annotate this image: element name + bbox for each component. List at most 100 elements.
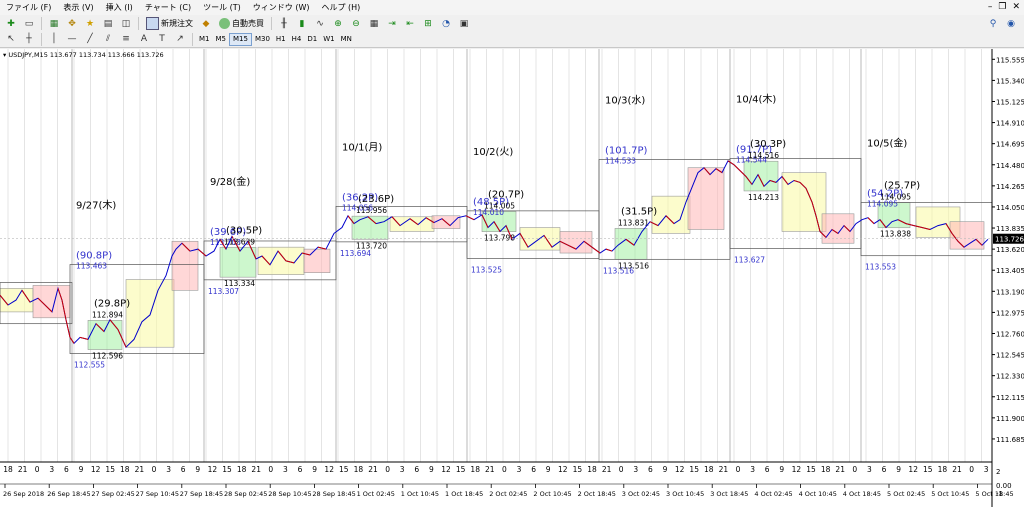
hour-tick-label: 21 (251, 465, 261, 474)
session-high-price: 114.516 (748, 151, 779, 160)
session-low-price: 113.516 (618, 261, 649, 270)
tester-icon[interactable]: ◫ (118, 16, 134, 31)
session-box (687, 167, 725, 230)
trendline-icon[interactable]: ╱ (82, 32, 98, 47)
cursor-icon[interactable]: ↖ (3, 32, 19, 47)
timeframe-m15[interactable]: M15 (229, 32, 252, 46)
day-label: 10/5(金) (867, 137, 907, 150)
menu-help[interactable]: ヘルプ (H) (315, 2, 366, 13)
date-axis-label: 1 Oct 10:45 (401, 490, 439, 498)
templates-icon[interactable]: ▣ (456, 16, 472, 31)
price-axis-label: 114.265 (996, 183, 1024, 191)
price-axis-label: 115.555 (996, 56, 1024, 64)
hour-tick-label: 21 (719, 465, 729, 474)
horizontal-line-icon[interactable]: — (64, 32, 80, 47)
window-controls: – ❐ ✕ (988, 2, 1020, 12)
hour-tick-label: 3 (49, 465, 54, 474)
hour-tick-label: 9 (312, 465, 317, 474)
hour-tick-label: 15 (456, 465, 466, 474)
session-low-price: 113.334 (224, 279, 255, 288)
auto-trading-label: 自動売買 (232, 19, 264, 28)
timeframe-m5[interactable]: M5 (213, 34, 230, 45)
date-axis-label: 2 Oct 10:45 (533, 490, 571, 498)
timeframe-d1[interactable]: D1 (304, 34, 320, 45)
tile-windows-icon[interactable]: ▦ (366, 16, 382, 31)
hour-tick-label: 12 (908, 465, 918, 474)
hour-tick-label: 9 (79, 465, 84, 474)
date-axis-label: 27 Sep 10:45 (136, 490, 179, 498)
hour-tick-label: 3 (283, 465, 288, 474)
menu-window[interactable]: ウィンドウ (W) (247, 2, 316, 13)
metaeditor-icon[interactable]: ◆ (198, 16, 214, 31)
zoom-in-icon[interactable]: ⊕ (330, 16, 346, 31)
autoscroll-icon[interactable]: ⇤ (402, 16, 418, 31)
search-icon[interactable]: ⚲ (985, 16, 1001, 31)
candlestick-icon[interactable]: ▮ (294, 16, 310, 31)
toolbar-divider (192, 32, 193, 46)
session-range-pips: (20.7P) (488, 189, 524, 200)
hour-tick-label: 12 (441, 465, 451, 474)
timeframe-w1[interactable]: W1 (320, 34, 337, 45)
hour-tick-label: 12 (792, 465, 802, 474)
toolbar-divider (41, 17, 42, 30)
new-chart-icon[interactable]: ✚ (3, 16, 19, 31)
price-axis-label: 112.115 (996, 394, 1024, 402)
periods-icon[interactable]: ◔ (438, 16, 454, 31)
restore-icon[interactable]: ❐ (998, 2, 1006, 12)
hour-tick-label: 15 (806, 465, 816, 474)
new-order-button[interactable]: 新規注文 (142, 17, 197, 30)
vertical-line-icon[interactable]: │ (46, 32, 62, 47)
price-chart[interactable]: 9/27(木)(90.8P)113.463112.5559/28(金)(39.6… (0, 49, 1024, 507)
timeframe-h1[interactable]: H1 (273, 34, 289, 45)
profiles-icon[interactable]: ▭ (21, 16, 37, 31)
market-watch-icon[interactable]: ▦ (46, 16, 62, 31)
text-icon[interactable]: A (136, 32, 152, 47)
daily-range-pips: (90.8P) (76, 251, 112, 262)
fibonacci-icon[interactable]: ≡ (118, 32, 134, 47)
crosshair-icon[interactable]: ┼ (21, 32, 37, 47)
close-icon[interactable]: ✕ (1012, 2, 1020, 12)
hour-tick-label: 18 (237, 465, 247, 474)
minimize-icon[interactable]: – (988, 2, 993, 12)
zoom-out-icon[interactable]: ⊖ (348, 16, 364, 31)
day-label: 10/4(木) (736, 93, 776, 105)
terminal-icon[interactable]: ▤ (100, 16, 116, 31)
hour-tick-label: 21 (368, 465, 378, 474)
hour-tick-label: 21 (835, 465, 845, 474)
menu-insert[interactable]: 挿入 (I) (100, 2, 139, 13)
chart-window[interactable]: 9/27(木) (90.8P) 113.463 112.555 9/28(金) (39.6… (0, 49, 1024, 507)
hour-tick-label: 15 (339, 465, 349, 474)
navigator-icon[interactable]: ★ (82, 16, 98, 31)
community-icon[interactable]: ◉ (1003, 16, 1019, 31)
chart-shift-icon[interactable]: ⇥ (384, 16, 400, 31)
session-range-pips: (30.3P) (750, 139, 786, 150)
menu-view[interactable]: 表示 (V) (57, 2, 99, 13)
menu-file[interactable]: ファイル (F) (0, 2, 57, 13)
channel-icon[interactable]: ⫽ (100, 32, 116, 47)
arrows-icon[interactable]: ↗ (172, 32, 188, 47)
timeframe-h4[interactable]: H4 (289, 34, 305, 45)
price-axis-label: 114.910 (996, 120, 1024, 128)
timeframe-m30[interactable]: M30 (252, 34, 273, 45)
hour-tick-label: 18 (587, 465, 597, 474)
chart-background (0, 49, 1024, 507)
session-high-price: 114.005 (484, 201, 515, 210)
session-box (351, 215, 389, 240)
date-axis-label: 1 Oct 18:45 (445, 490, 483, 498)
timeframe-m1[interactable]: M1 (196, 34, 213, 45)
line-chart-icon[interactable]: ∿ (312, 16, 328, 31)
data-window-icon[interactable]: ✥ (64, 16, 80, 31)
text-label-icon[interactable]: T (154, 32, 170, 47)
bar-chart-icon[interactable]: ╫ (276, 16, 292, 31)
menu-tools[interactable]: ツール (T) (197, 2, 247, 13)
auto-trading-button[interactable]: 自動売買 (215, 17, 268, 30)
timeframe-mn[interactable]: MN (338, 34, 355, 45)
toolbar-divider (271, 17, 272, 30)
hour-tick-label: 3 (633, 465, 638, 474)
date-axis-label: 28 Sep 10:45 (268, 490, 311, 498)
menu-chart[interactable]: チャート (C) (139, 2, 197, 13)
indicators-icon[interactable]: ⊞ (420, 16, 436, 31)
price-axis-label: 112.330 (996, 373, 1024, 381)
session-box (303, 248, 331, 273)
daily-low-price: 113.525 (471, 265, 502, 274)
